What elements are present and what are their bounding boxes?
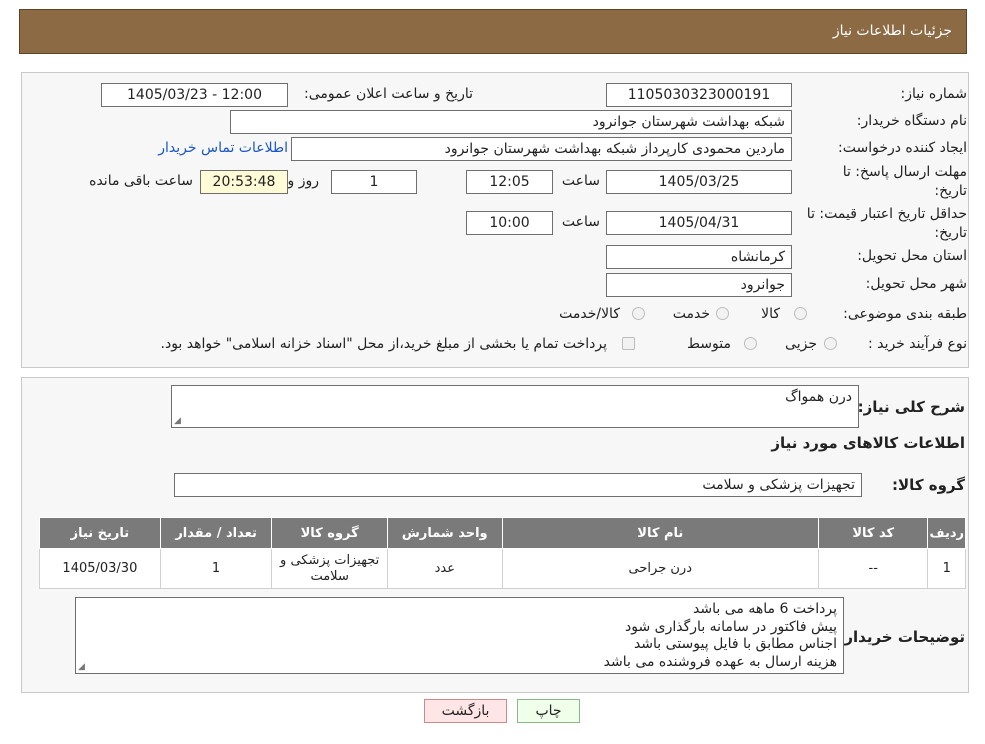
buyer-note-line: پرداخت 6 ماهه می باشد	[693, 601, 837, 617]
goods-group-field: تجهیزات پزشکی و سلامت	[174, 473, 862, 497]
announce-date-field: 1405/03/23 - 12:00	[101, 83, 288, 107]
col-goods-group: گروه کالا	[271, 517, 388, 549]
buyer-note-line: پیش فاکتور در سامانه بارگذاری شود	[625, 618, 837, 635]
cell-unit: عدد	[386, 548, 503, 589]
description-field[interactable]: درن همواگ	[171, 385, 859, 428]
print-button[interactable]: چاپ	[517, 699, 580, 723]
col-row-number: ردیف	[927, 517, 966, 549]
reply-deadline-label-2: تاریخ:	[934, 183, 967, 199]
back-button[interactable]: بازگشت	[424, 699, 507, 723]
table-header-row: ردیف کد کالا نام کالا واحد شمارش گروه کا…	[39, 517, 966, 549]
buyer-contact-link[interactable]: اطلاعات تماس خریدار	[158, 140, 288, 156]
cell-quantity: 1	[159, 548, 273, 589]
category-option-goods: کالا	[761, 306, 780, 322]
treasury-payment-checkbox[interactable]	[622, 337, 635, 350]
goods-info-title: اطلاعات کالاهای مورد نیاز	[771, 434, 965, 452]
process-type-label: نوع فرآیند خرید :	[868, 336, 967, 352]
creator-label: ایجاد کننده درخواست:	[838, 140, 967, 156]
buyer-note-line: هزینه ارسال به عهده فروشنده می باشد	[603, 653, 837, 670]
col-unit: واحد شمارش	[386, 517, 503, 549]
category-radio-goods-service[interactable]	[632, 307, 645, 320]
description-label: شرح کلی نیاز:	[857, 398, 965, 416]
page-title: جزئیات اطلاعات نیاز	[832, 23, 952, 39]
buyer-org-label: نام دستگاه خریدار:	[856, 113, 967, 129]
price-validity-label: حداقل تاریخ اعتبار قیمت: تا	[806, 206, 967, 222]
process-radio-medium[interactable]	[744, 337, 757, 350]
days-remaining-field: 1	[331, 170, 417, 194]
remaining-label: ساعت باقی مانده	[89, 173, 193, 189]
city-label: شهر محل تحویل:	[865, 276, 967, 292]
category-option-service: خدمت	[672, 306, 710, 322]
price-validity-label-2: تاریخ:	[934, 225, 967, 241]
price-validity-time-label: ساعت	[561, 214, 600, 230]
announce-date-label: تاریخ و ساعت اعلان عمومی:	[304, 86, 473, 102]
reply-time-label: ساعت	[561, 173, 600, 189]
category-radio-goods[interactable]	[794, 307, 807, 320]
treasury-payment-note: پرداخت تمام یا بخشی از مبلغ خرید،از محل …	[160, 336, 607, 352]
col-goods-code: کد کالا	[817, 517, 929, 549]
cell-goods-name: درن جراحی	[501, 548, 819, 589]
reply-deadline-label: مهلت ارسال پاسخ: تا	[842, 164, 967, 180]
reply-time-field: 12:05	[466, 170, 553, 194]
cell-goods-code: --	[817, 548, 929, 589]
category-label: طبقه بندی موضوعی:	[843, 306, 967, 322]
price-validity-time-field: 10:00	[466, 211, 553, 235]
category-radio-service[interactable]	[716, 307, 729, 320]
city-field: جوانرود	[606, 273, 792, 297]
resize-grip-icon[interactable]: ◢	[174, 417, 182, 426]
cell-need-date: 1405/03/30	[39, 548, 161, 589]
goods-group-label: گروه کالا:	[892, 476, 965, 494]
price-validity-date-field: 1405/04/31	[606, 211, 792, 235]
col-need-date: تاریخ نیاز	[39, 517, 161, 549]
process-option-medium: متوسط	[687, 336, 731, 352]
buyer-notes-label: توضیحات خریدار:	[838, 628, 965, 646]
cell-row-number: 1	[927, 548, 966, 589]
buyer-org-field: شبکه بهداشت شهرستان جوانرود	[230, 110, 792, 134]
resize-grip-icon[interactable]: ◢	[78, 663, 86, 672]
reply-date-field: 1405/03/25	[606, 170, 792, 194]
goods-table: ردیف کد کالا نام کالا واحد شمارش گروه کا…	[39, 517, 966, 589]
col-goods-name: نام کالا	[501, 517, 819, 549]
process-option-minor: جزیی	[785, 336, 817, 352]
table-row: 1 -- درن جراحی عدد تجهیزات پزشکی و سلامت…	[39, 548, 966, 589]
cell-goods-group: تجهیزات پزشکی و سلامت	[271, 548, 388, 589]
process-radio-minor[interactable]	[824, 337, 837, 350]
province-field: کرمانشاه	[606, 245, 792, 269]
buyer-note-line: اجناس مطابق با فایل پیوستی باشد	[633, 636, 837, 652]
days-label: روز و	[287, 173, 320, 189]
province-label: استان محل تحویل:	[857, 248, 967, 264]
buyer-notes-field[interactable]: پرداخت 6 ماهه می باشد پیش فاکتور در ساما…	[75, 597, 844, 674]
need-number-label: شماره نیاز:	[900, 86, 968, 102]
need-number-field: 1105030323000191	[606, 83, 792, 107]
col-quantity: تعداد / مقدار	[159, 517, 273, 549]
page-header: جزئیات اطلاعات نیاز	[19, 9, 967, 54]
creator-field: ماردین محمودی کارپرداز شبکه بهداشت شهرست…	[291, 137, 792, 161]
category-option-goods-service: کالا/خدمت	[559, 306, 620, 322]
remaining-time-field: 20:53:48	[200, 170, 288, 194]
